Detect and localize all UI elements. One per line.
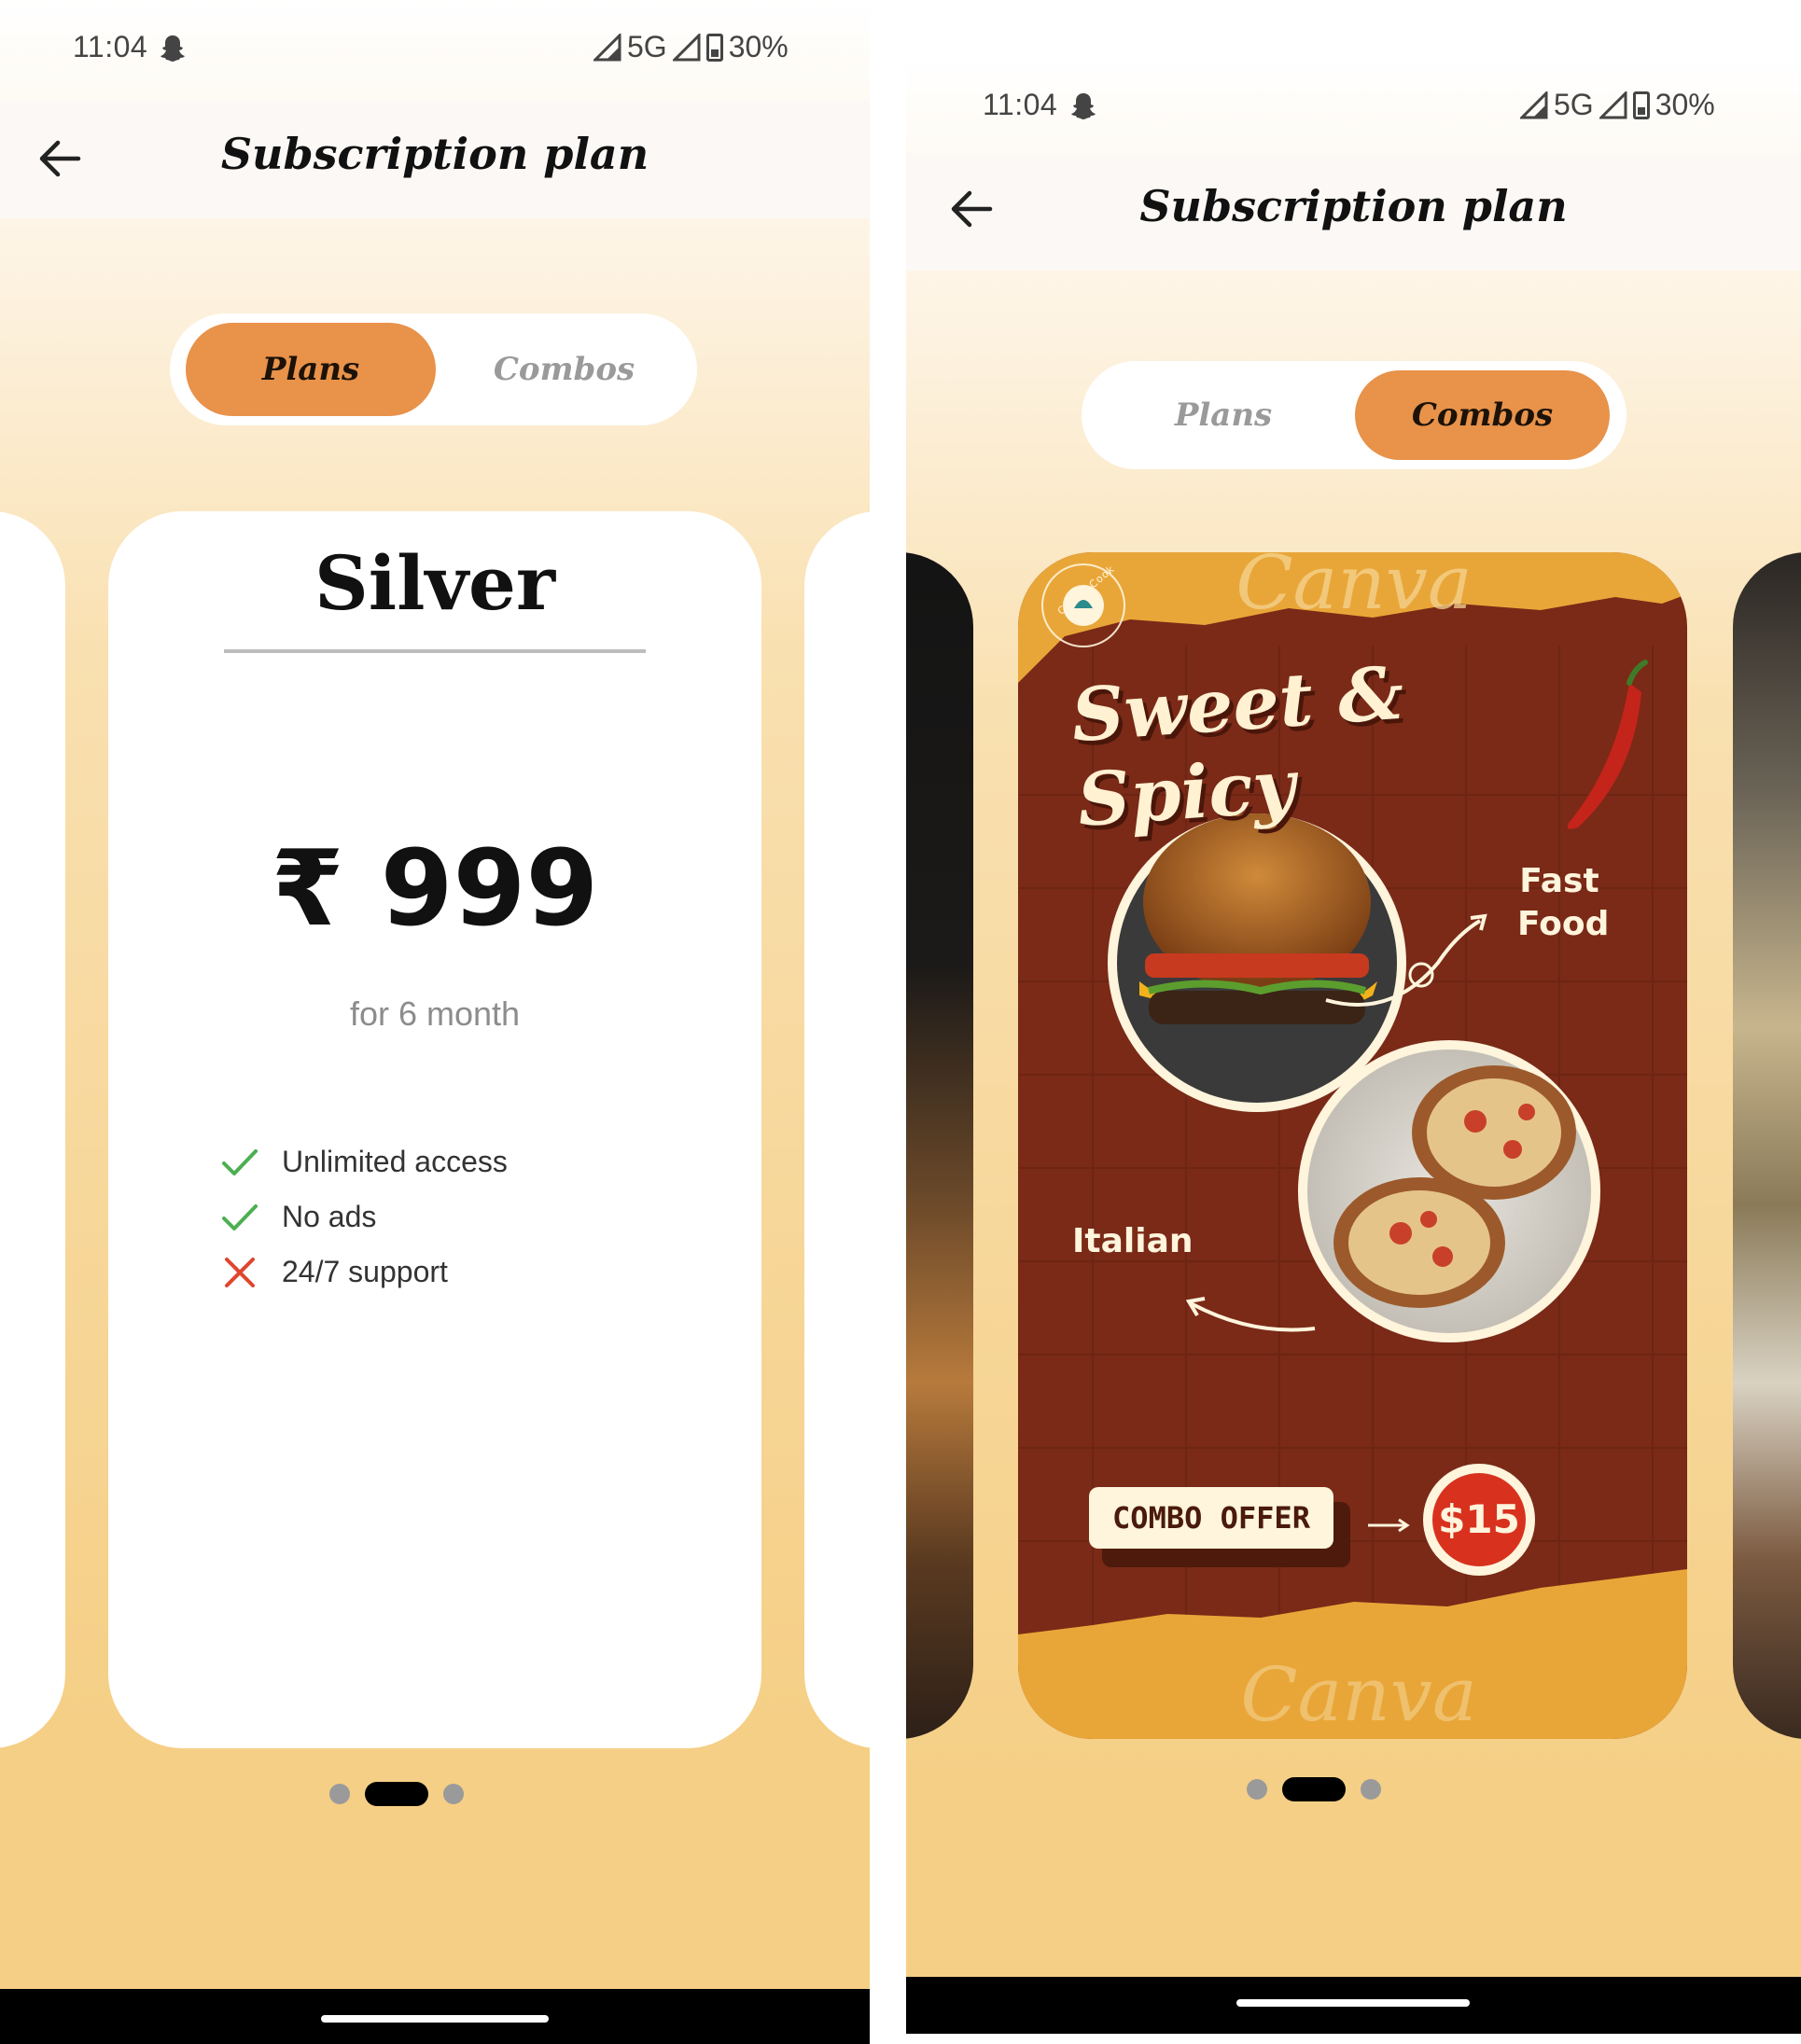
app-bar: Subscription plan <box>0 101 870 218</box>
page-title: Subscription plan <box>220 129 649 179</box>
battery-icon <box>1632 90 1650 119</box>
signal-icon <box>1520 90 1548 118</box>
network-label: 5G <box>627 30 667 63</box>
combo-card-next[interactable] <box>1733 552 1801 1739</box>
home-indicator[interactable] <box>321 2015 549 2023</box>
phone-screen-combos: 11:04 5G 30% Subscription plan Plans Com… <box>906 58 1801 2034</box>
plan-card[interactable]: Silver ₹ 999 for 6 month Unlimited acces… <box>108 511 761 1748</box>
signal-icon <box>672 33 701 61</box>
arrow-icon <box>1190 1301 1316 1332</box>
combo-offer-label: COMBO OFFER <box>1112 1500 1310 1536</box>
feature-item: Unlimited access <box>220 1134 508 1189</box>
tab-plans[interactable]: Plans <box>186 323 436 416</box>
status-right: 5G 30% <box>1520 88 1715 122</box>
network-label: 5G <box>1554 88 1594 121</box>
battery-label: 30% <box>1654 88 1715 121</box>
status-right: 5G 30% <box>593 30 789 64</box>
combo-price: $15 <box>1438 1496 1520 1542</box>
system-nav-bar <box>0 1989 870 2044</box>
phone-screen-plans: 11:04 5G 30% Subscription plan Plans Com… <box>0 0 870 2044</box>
status-bar: 11:04 5G 30% <box>906 58 1801 151</box>
tab-combos[interactable]: Combos <box>1355 370 1610 460</box>
status-time: 11:04 <box>73 30 148 63</box>
page-dot[interactable] <box>443 1784 464 1804</box>
cross-icon <box>225 1257 255 1287</box>
check-icon <box>222 1148 258 1175</box>
combo-card[interactable]: Canva Canva CrazeeCook Sweet & Spicy Fas… <box>1018 552 1687 1739</box>
feature-label: Unlimited access <box>282 1145 508 1178</box>
plan-type-toggle: Plans Combos <box>1082 361 1626 469</box>
page-indicator <box>1247 1777 1381 1801</box>
battery-label: 30% <box>728 30 789 63</box>
page-title: Subscription plan <box>1139 181 1568 231</box>
battery-icon <box>705 33 723 62</box>
snapchat-ghost-icon <box>161 35 185 62</box>
signal-icon <box>1599 90 1627 118</box>
feature-item: 24/7 support <box>220 1244 508 1300</box>
page-dot-active[interactable] <box>365 1782 428 1806</box>
page-dot[interactable] <box>1247 1779 1267 1800</box>
label-fast-food: Fast Food <box>1517 862 1610 943</box>
plan-card-next[interactable] <box>804 511 870 1748</box>
feature-label: 24/7 support <box>282 1255 448 1288</box>
home-indicator[interactable] <box>1236 1999 1470 2007</box>
plan-divider <box>224 649 646 653</box>
tab-combos[interactable]: Combos <box>440 323 688 416</box>
plan-card-previous[interactable] <box>0 511 65 1748</box>
feature-item: No ads <box>220 1189 508 1244</box>
page-indicator <box>329 1782 464 1806</box>
status-bar: 11:04 5G 30% <box>0 0 870 93</box>
plan-type-toggle: Plans Combos <box>170 313 697 425</box>
signal-icon <box>593 33 621 61</box>
combo-card-previous[interactable] <box>906 552 973 1739</box>
feature-label: No ads <box>282 1200 377 1233</box>
snapchat-ghost-icon <box>1071 93 1096 119</box>
system-nav-bar <box>906 1977 1801 2034</box>
plan-name: Silver <box>314 539 556 627</box>
page-dot[interactable] <box>329 1784 350 1804</box>
canva-watermark: Canva <box>1236 552 1473 626</box>
status-time: 11:04 <box>983 88 1058 121</box>
canva-watermark: Canva <box>1240 1651 1477 1738</box>
check-icon <box>222 1203 258 1231</box>
plan-period: for 6 month <box>349 994 521 1033</box>
label-italian: Italian <box>1072 1222 1194 1260</box>
app-bar: Subscription plan <box>906 153 1801 271</box>
tab-plans[interactable]: Plans <box>1093 370 1354 460</box>
feature-list: Unlimited access No ads 24/7 support <box>220 1134 508 1300</box>
plan-price: ₹ 999 <box>271 828 599 950</box>
page-dot-active[interactable] <box>1282 1777 1346 1801</box>
page-dot[interactable] <box>1361 1779 1381 1800</box>
